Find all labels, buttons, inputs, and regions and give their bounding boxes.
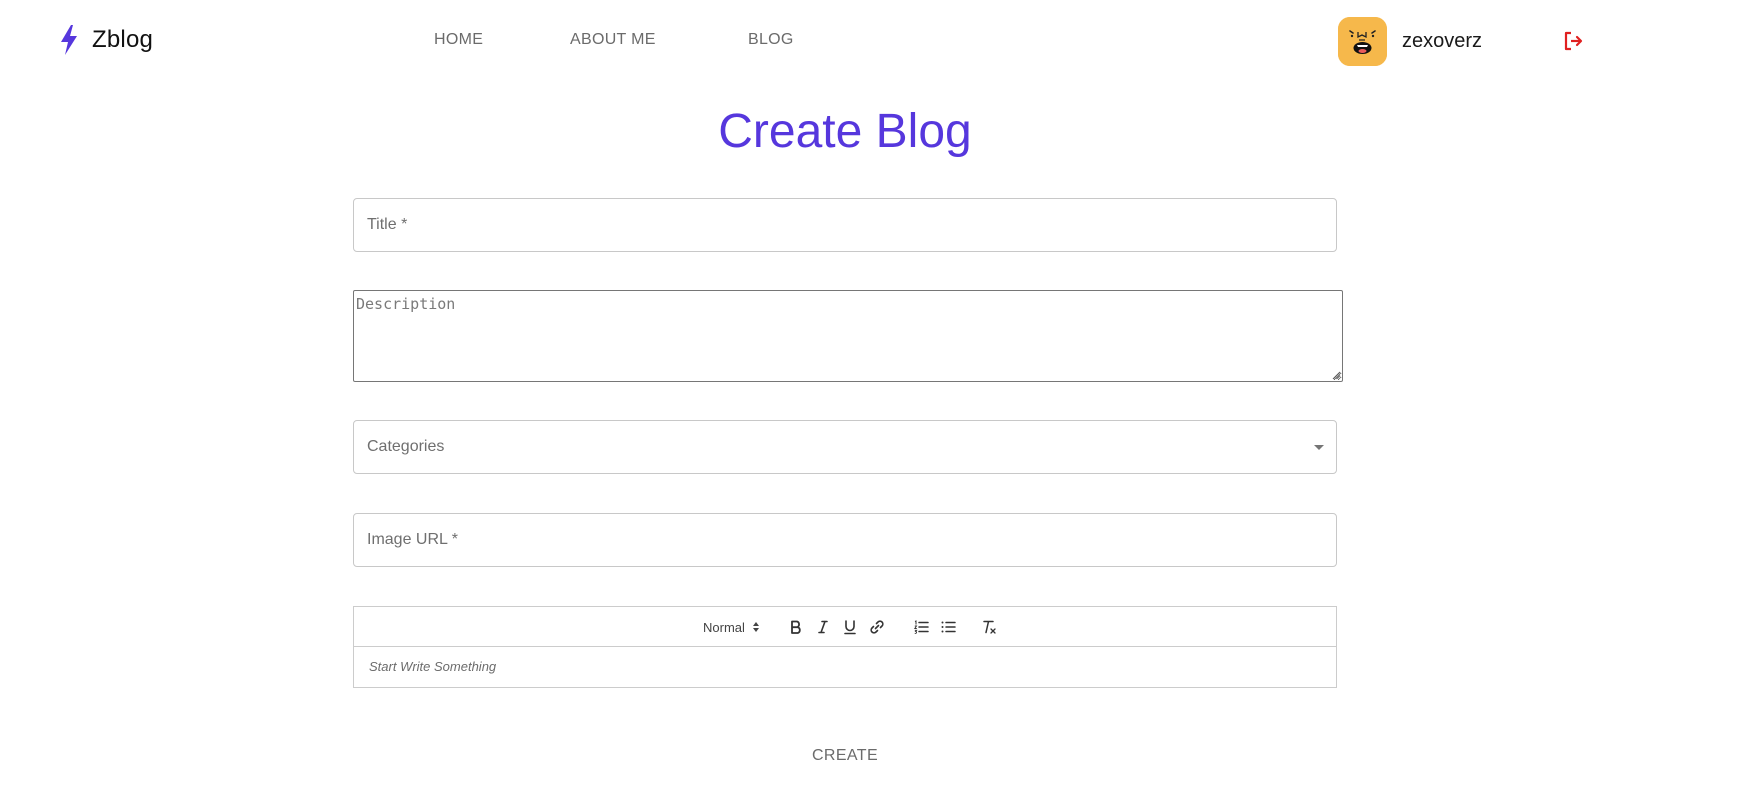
categories-select[interactable]: Categories xyxy=(353,420,1337,474)
image-url-input[interactable] xyxy=(354,514,1336,566)
page-title: Create Blog xyxy=(718,105,972,158)
main-nav: HOME ABOUT ME BLOG xyxy=(434,31,808,49)
ordered-list-button[interactable] xyxy=(911,617,931,637)
description-textarea[interactable] xyxy=(353,290,1343,382)
bullet-list-button[interactable] xyxy=(938,617,958,637)
lightning-bolt-icon xyxy=(58,24,80,56)
logout-icon xyxy=(1564,31,1583,51)
underline-icon xyxy=(844,620,856,635)
header-format-select[interactable]: Normal xyxy=(703,617,760,637)
ordered-list-icon xyxy=(913,620,929,634)
italic-button[interactable] xyxy=(813,617,833,637)
header-format-value: Normal xyxy=(703,619,745,635)
underline-button[interactable] xyxy=(840,617,860,637)
create-button[interactable]: CREATE xyxy=(790,742,900,770)
caret-down-icon xyxy=(1314,445,1324,450)
title-field xyxy=(353,198,1337,252)
link-icon xyxy=(870,620,884,634)
clear-format-icon xyxy=(983,620,996,634)
bold-button[interactable] xyxy=(786,617,806,637)
username: zexoverz xyxy=(1402,30,1483,52)
avatar[interactable] xyxy=(1338,17,1387,66)
editor-content-area[interactable]: Start Write Something xyxy=(369,659,496,674)
logout-button[interactable] xyxy=(1561,29,1585,53)
rich-text-editor: Normal Start Write Something xyxy=(353,606,1337,688)
bullet-list-icon xyxy=(941,621,956,633)
nav-about-me[interactable]: ABOUT ME xyxy=(570,31,748,49)
clear-format-button[interactable] xyxy=(979,617,999,637)
link-button[interactable] xyxy=(867,617,887,637)
updown-arrows-icon xyxy=(752,622,759,632)
user-menu: zexoverz xyxy=(1338,17,1482,66)
avatar-face-icon xyxy=(1338,17,1387,66)
editor-toolbar: Normal xyxy=(354,607,1336,647)
image-url-field xyxy=(353,513,1337,567)
brand-name: Zblog xyxy=(92,26,154,53)
brand-link[interactable]: Zblog xyxy=(58,24,153,56)
title-input[interactable] xyxy=(354,199,1336,251)
bold-icon xyxy=(791,620,801,634)
nav-home[interactable]: HOME xyxy=(434,31,570,49)
nav-blog[interactable]: BLOG xyxy=(748,31,808,49)
top-navbar: Zblog HOME ABOUT ME BLOG zexoverz xyxy=(0,0,1755,84)
categories-label: Categories xyxy=(367,438,445,455)
italic-icon xyxy=(818,620,828,634)
